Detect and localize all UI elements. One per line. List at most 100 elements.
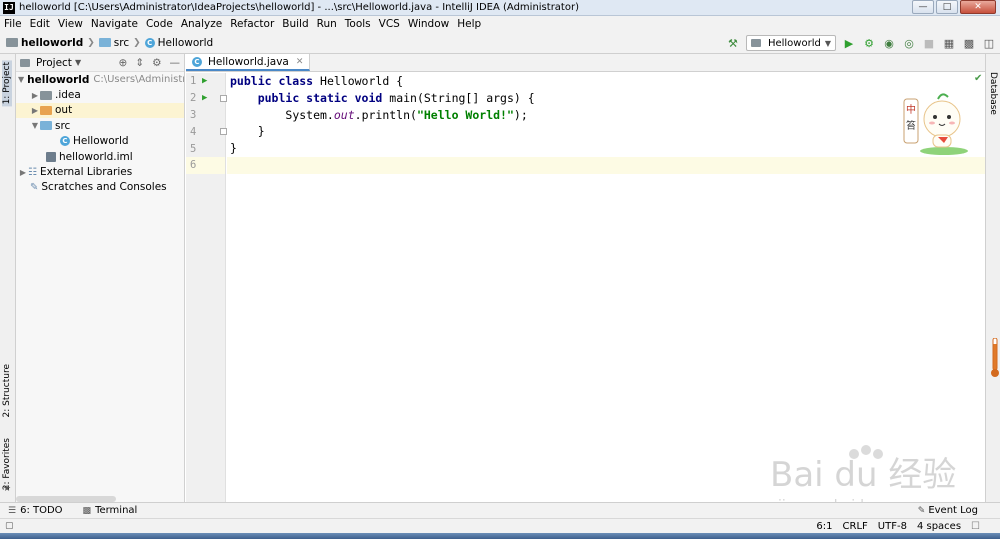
layout-icon[interactable]: ◫ — [982, 36, 996, 50]
gutter-line: 4 — [186, 123, 227, 140]
close-button[interactable]: ✕ — [960, 0, 996, 14]
locate-icon[interactable]: ⊕ — [118, 57, 127, 69]
intellij-logo-icon: IJ — [3, 1, 15, 14]
menu-refactor[interactable]: Refactor — [226, 18, 278, 30]
chevron-right-icon[interactable]: ▶ — [30, 106, 40, 115]
menu-view[interactable]: View — [54, 18, 87, 30]
line-separator[interactable]: CRLF — [843, 521, 868, 532]
menu-analyze[interactable]: Analyze — [177, 18, 226, 30]
chevron-down-icon[interactable]: ▼ — [18, 75, 24, 84]
todo-icon: ☰ — [8, 505, 17, 516]
tab-helloworld-java[interactable]: C Helloworld.java ✕ — [186, 54, 311, 71]
chevron-right-icon[interactable]: ▶ — [18, 168, 28, 177]
tree-item-src[interactable]: ▼ src — [16, 118, 184, 133]
caret-position[interactable]: 6:1 — [816, 521, 832, 532]
os-taskbar — [0, 533, 1000, 539]
project-view-selector[interactable]: Project ▼ — [20, 57, 81, 69]
menu-help[interactable]: Help — [453, 18, 485, 30]
status-toggle-icon[interactable]: ▢ — [5, 521, 14, 531]
coverage-icon[interactable]: ◉ — [882, 36, 896, 50]
chevron-down-icon[interactable]: ▼ — [30, 121, 40, 130]
menu-edit[interactable]: Edit — [26, 18, 54, 30]
tree-item-external-libraries[interactable]: ▶ ☷ External Libraries — [16, 164, 184, 179]
run-gutter-icon[interactable]: ▶ — [202, 93, 207, 103]
svg-text:Bai du 经验: Bai du 经验 — [770, 455, 956, 495]
source-folder-icon — [40, 121, 52, 131]
config-icon — [750, 39, 761, 47]
svg-text:笞: 笞 — [906, 119, 916, 132]
gear-icon[interactable]: ⚙ — [152, 57, 161, 69]
tree-item-iml[interactable]: helloworld.iml — [16, 149, 184, 164]
debug-icon[interactable]: ⚙ — [862, 36, 876, 50]
stop-icon[interactable]: ■ — [922, 36, 936, 50]
maximize-button[interactable]: □ — [936, 0, 958, 14]
editor-area: C Helloworld.java ✕ 1 ▶ 2 ▶ 3 4 5 6 publ… — [186, 54, 985, 502]
tree-item-scratches[interactable]: ✎ Scratches and Consoles — [16, 180, 184, 195]
indent-setting[interactable]: 4 spaces — [917, 521, 961, 532]
project-structure-icon[interactable]: ▦ — [942, 36, 956, 50]
breadcrumb-folder[interactable]: src — [114, 37, 129, 49]
tab-project-label: 1: Project — [2, 62, 12, 105]
tab-structure[interactable]: 2: Structure — [2, 364, 12, 418]
menu-build[interactable]: Build — [278, 18, 312, 30]
menu-code[interactable]: Code — [142, 18, 177, 30]
collapse-all-icon[interactable]: ⇕ — [135, 57, 144, 69]
close-tab-icon[interactable]: ✕ — [296, 57, 304, 67]
breadcrumb-file[interactable]: Helloworld — [158, 37, 214, 49]
chevron-right-icon: ❯ — [133, 37, 141, 48]
minimize-button[interactable]: — — [912, 0, 934, 14]
gutter-line: 2 ▶ — [186, 90, 227, 107]
code-line: public class Helloworld { — [227, 73, 985, 90]
code-text: main(String[] args) { — [389, 90, 535, 105]
code-text: .println( — [354, 107, 417, 122]
profile-icon[interactable]: ◎ — [902, 36, 916, 50]
menu-vcs[interactable]: VCS — [375, 18, 404, 30]
tab-todo[interactable]: ☰ 6: TODO — [8, 505, 63, 516]
editor-tab-label: Helloworld.java — [208, 55, 289, 68]
terminal-icon[interactable]: ▩ — [962, 36, 976, 50]
status-indicators: 6:1 CRLF UTF-8 4 spaces ☐ — [816, 521, 980, 532]
run-icon[interactable]: ▶ — [842, 36, 856, 50]
menu-file[interactable]: File — [0, 18, 26, 30]
run-config-dropdown[interactable]: Helloworld ▼ — [745, 35, 836, 51]
chevron-right-icon[interactable]: ▶ — [30, 91, 40, 100]
event-log-label: Event Log — [928, 505, 978, 516]
left-tool-stripe: 1: Project 2: Structure 2: Favorites ★ — [0, 54, 16, 502]
tree-label: Scratches and Consoles — [41, 181, 167, 194]
code-string: "Hello World!" — [416, 107, 514, 122]
code-text: ); — [513, 107, 528, 122]
breadcrumb-project[interactable]: helloworld — [21, 37, 83, 49]
library-icon: ☷ — [28, 166, 37, 178]
menu-navigate[interactable]: Navigate — [87, 18, 142, 30]
menu-run[interactable]: Run — [313, 18, 341, 30]
lock-icon[interactable]: ☐ — [971, 521, 980, 532]
tab-terminal-label: Terminal — [95, 505, 138, 516]
tree-item-helloworld[interactable]: ▼ helloworld C:\Users\Administrat — [16, 72, 184, 87]
tab-terminal[interactable]: ▩ Terminal — [83, 505, 138, 516]
java-class-icon: C — [192, 56, 202, 67]
code-field: out — [333, 107, 355, 122]
tree-item-out[interactable]: ▶ out — [16, 102, 184, 119]
file-encoding[interactable]: UTF-8 — [878, 521, 907, 532]
tree-item-idea[interactable]: ▶ .idea — [16, 87, 184, 102]
hide-icon[interactable]: — — [170, 57, 181, 69]
tab-project[interactable]: 1: Project — [2, 60, 12, 107]
project-panel-title: Project — [36, 56, 72, 69]
run-gutter-icon[interactable]: ▶ — [202, 76, 207, 86]
tab-database[interactable]: Database — [988, 72, 998, 115]
main-toolbar: ⚒ Helloworld ▼ ▶ ⚙ ◉ ◎ ■ ▦ ▩ ◫ — [726, 35, 996, 51]
build-hammer-icon[interactable]: ⚒ — [726, 36, 740, 50]
tree-label: helloworld.iml — [59, 150, 133, 163]
code-editor[interactable]: public class Helloworld { public static … — [227, 73, 985, 502]
menu-tools[interactable]: Tools — [341, 18, 375, 30]
tab-favorites[interactable]: 2: Favorites — [2, 438, 12, 490]
line-number: 2 — [190, 92, 197, 105]
code-keyword: public static void — [257, 90, 390, 105]
event-log-button[interactable]: ✎ Event Log — [918, 505, 978, 516]
tree-item-helloworld-class[interactable]: C Helloworld — [16, 134, 184, 149]
fold-icon[interactable] — [220, 94, 227, 102]
project-panel-header: Project ▼ ⊕ ⇕ ⚙ — — [16, 54, 184, 72]
menu-window[interactable]: Window — [404, 18, 453, 30]
fold-icon[interactable] — [220, 128, 227, 136]
